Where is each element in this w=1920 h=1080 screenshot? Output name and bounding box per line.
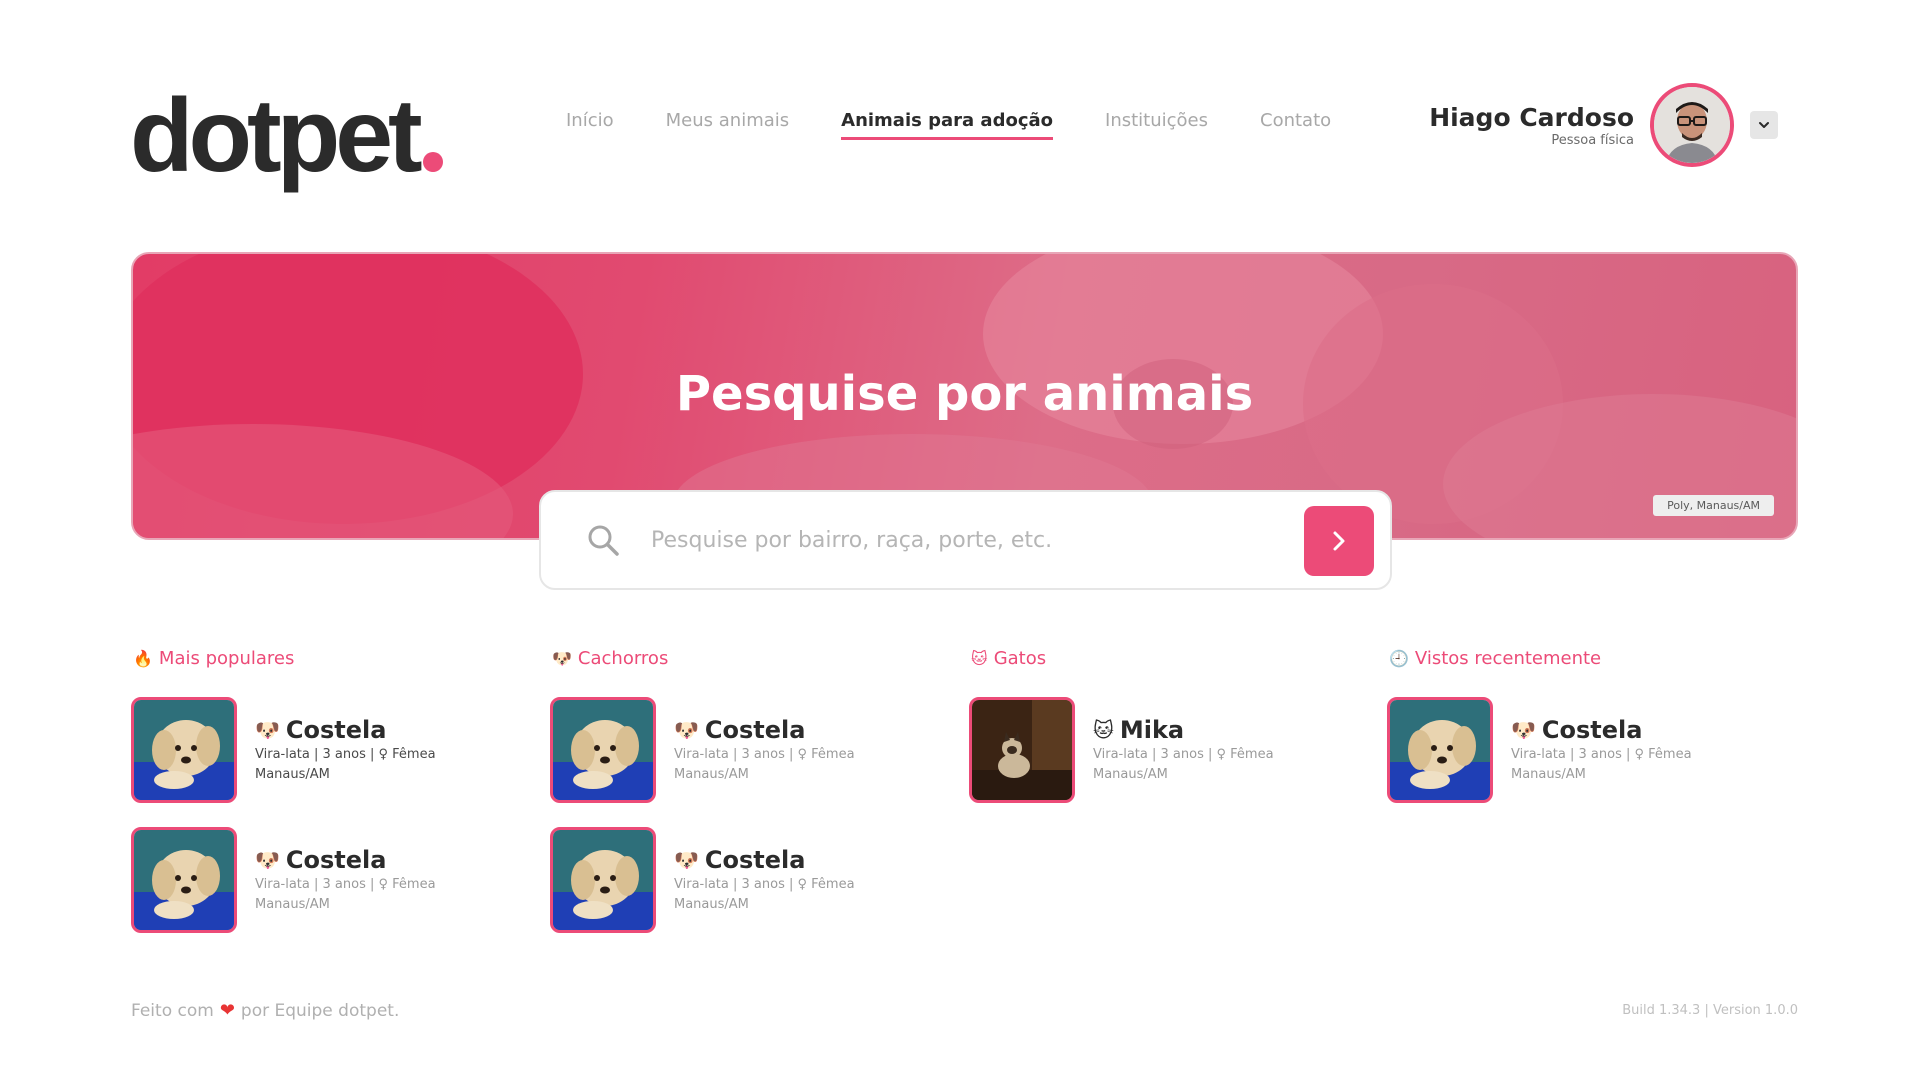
cat-icon: 🐱 [971, 649, 988, 668]
animal-info: 🐶 Costela Vira-lata | 3 anos | ♀ Fêmea M… [674, 846, 855, 914]
cat-icon: 🐱 [1093, 718, 1114, 742]
animal-card[interactable]: 🐶 Costela Vira-lata | 3 anos | ♀ Fêmea M… [550, 695, 930, 805]
fire-icon: 🔥 [133, 649, 153, 668]
dog-icon: 🐶 [1511, 718, 1536, 742]
animal-name-text: Costela [704, 716, 806, 744]
footer-credits: Feito com ❤ por Equipe dotpet. [131, 1000, 399, 1021]
search-icon [588, 525, 619, 556]
chevron-down-icon [1759, 122, 1769, 128]
animal-info: 🐶 Costela Vira-lata | 3 anos | ♀ Fêmea M… [674, 716, 855, 784]
column-title: 🐱 Gatos [971, 648, 1349, 669]
animal-photo [131, 827, 237, 933]
animal-name: 🐱 Mika [1093, 716, 1274, 744]
animal-card[interactable]: 🐶 Costela Vira-lata | 3 anos | ♀ Fêmea M… [1387, 695, 1767, 805]
dog-icon: 🐶 [674, 848, 699, 872]
clock-icon: 🕘 [1389, 649, 1409, 668]
column-title: 🔥 Mais populares [133, 648, 511, 669]
user-type: Pessoa física [1551, 132, 1634, 148]
animal-location: Manaus/AM [1511, 767, 1586, 782]
dog-icon: 🐶 [255, 848, 280, 872]
animal-card[interactable]: 🐱 Mika Vira-lata | 3 anos | ♀ Fêmea Mana… [969, 695, 1349, 805]
animal-name-text: Costela [285, 846, 387, 874]
column-title: 🕘 Vistos recentemente [1389, 648, 1767, 669]
animal-details: Vira-lata | 3 anos | ♀ Fêmea [674, 747, 855, 762]
animal-photo [969, 697, 1075, 803]
chevron-right-icon [1333, 531, 1345, 551]
search-input[interactable] [651, 520, 1271, 560]
animal-details: Vira-lata | 3 anos | ♀ Fêmea [255, 877, 436, 892]
animal-info: 🐶 Costela Vira-lata | 3 anos | ♀ Fêmea M… [1511, 716, 1692, 784]
animal-name-text: Costela [1541, 716, 1643, 744]
column-title: 🐶 Cachorros [552, 648, 930, 669]
footer-made-prefix: Feito com [131, 1000, 214, 1021]
animal-info: 🐶 Costela Vira-lata | 3 anos | ♀ Fêmea M… [255, 716, 436, 784]
animal-photo [131, 697, 237, 803]
column-title-text: Cachorros [577, 648, 669, 669]
column-title-text: Gatos [993, 648, 1047, 669]
logo-dot [422, 152, 443, 172]
column-title-text: Vistos recentemente [1414, 648, 1602, 669]
user-info: Hiago Cardoso Pessoa física [1429, 103, 1634, 148]
avatar[interactable] [1650, 83, 1734, 167]
animal-name: 🐶 Costela [255, 846, 436, 874]
search-submit-button[interactable] [1304, 506, 1374, 576]
main-nav: Início Meus animais Animais para adoção … [566, 110, 1383, 140]
animal-details: Vira-lata | 3 anos | ♀ Fêmea [255, 747, 436, 762]
animal-name: 🐶 Costela [255, 716, 436, 744]
dog-icon: 🐶 [674, 718, 699, 742]
animal-details: Vira-lata | 3 anos | ♀ Fêmea [674, 877, 855, 892]
animal-name-text: Costela [285, 716, 387, 744]
column-title-text: Mais populares [158, 648, 295, 669]
search-bar [539, 490, 1392, 590]
nav-item-animais-para-adocao[interactable]: Animais para adoção [841, 110, 1054, 140]
animal-location: Manaus/AM [674, 897, 749, 912]
animal-location: Manaus/AM [255, 897, 330, 912]
dog-icon: 🐶 [552, 649, 572, 668]
hero-title: Pesquise por animais [675, 366, 1254, 422]
animal-card[interactable]: 🐶 Costela Vira-lata | 3 anos | ♀ Fêmea M… [550, 825, 930, 935]
user-name: Hiago Cardoso [1429, 102, 1634, 132]
animal-card[interactable]: 🐶 Costela Vira-lata | 3 anos | ♀ Fêmea M… [131, 695, 511, 805]
footer-made-suffix: por Equipe dotpet. [240, 1000, 400, 1021]
column-gatos: 🐱 Gatos 🐱 Mika Vira-lata | 3 anos | ♀ Fê… [969, 648, 1349, 825]
animal-location: Manaus/AM [255, 767, 330, 782]
logo-wordmark: dotpet [130, 78, 423, 194]
animal-info: 🐶 Costela Vira-lata | 3 anos | ♀ Fêmea M… [255, 846, 436, 914]
animal-info: 🐱 Mika Vira-lata | 3 anos | ♀ Fêmea Mana… [1093, 716, 1274, 784]
column-cachorros: 🐶 Cachorros 🐶 Costela Vira-lata | 3 anos… [550, 648, 930, 955]
dog-icon: 🐶 [255, 718, 280, 742]
animal-card[interactable]: 🐶 Costela Vira-lata | 3 anos | ♀ Fêmea M… [131, 825, 511, 935]
dotpet-logo[interactable]: dotpet [130, 78, 443, 194]
animal-photo [550, 827, 656, 933]
animal-details: Vira-lata | 3 anos | ♀ Fêmea [1511, 747, 1692, 762]
heart-icon: ❤ [219, 1000, 235, 1021]
animal-details: Vira-lata | 3 anos | ♀ Fêmea [1093, 747, 1274, 762]
hero-photo-caption: Poly, Manaus/AM [1653, 495, 1774, 516]
animal-name: 🐶 Costela [674, 846, 855, 874]
animal-name-text: Costela [704, 846, 806, 874]
column-mais-populares: 🔥 Mais populares 🐶 Costela Vira-lata | 3… [131, 648, 511, 955]
nav-item-meus-animais[interactable]: Meus animais [666, 110, 790, 140]
animal-photo [550, 697, 656, 803]
animal-photo [1387, 697, 1493, 803]
nav-item-instituicoes[interactable]: Instituições [1105, 110, 1208, 140]
animal-name: 🐶 Costela [1511, 716, 1692, 744]
nav-item-inicio[interactable]: Início [566, 110, 614, 140]
avatar-photo [1654, 87, 1730, 163]
column-vistos-recentemente: 🕘 Vistos recentemente 🐶 Costela Vira-lat… [1387, 648, 1767, 825]
nav-item-contato[interactable]: Contato [1260, 110, 1331, 140]
build-version: Build 1.34.3 | Version 1.0.0 [1622, 1003, 1798, 1018]
user-dropdown-button[interactable] [1750, 111, 1778, 139]
animal-location: Manaus/AM [674, 767, 749, 782]
animal-name: 🐶 Costela [674, 716, 855, 744]
animal-name-text: Mika [1119, 716, 1185, 744]
user-menu: Hiago Cardoso Pessoa física [1429, 83, 1778, 167]
animal-location: Manaus/AM [1093, 767, 1168, 782]
